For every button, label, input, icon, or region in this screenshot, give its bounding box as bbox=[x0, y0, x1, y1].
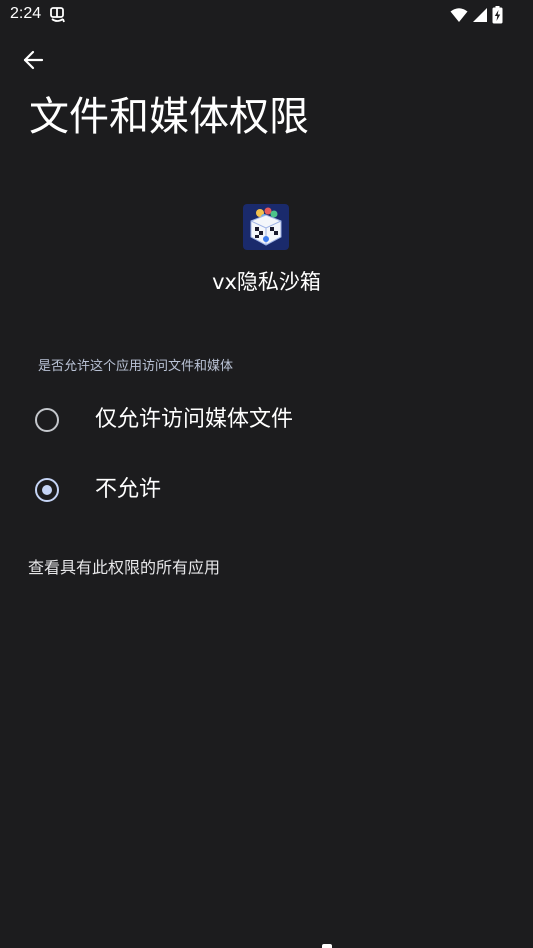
permission-question: 是否允许这个应用访问文件和媒体 bbox=[38, 359, 234, 374]
debug-notification-icon bbox=[48, 6, 66, 24]
app-icon bbox=[243, 204, 289, 250]
option-label: 仅允许访问媒体文件 bbox=[95, 407, 294, 432]
status-time: 2:24 bbox=[10, 5, 42, 22]
app-name: vx隐私沙箱 bbox=[212, 270, 321, 294]
battery-charging-icon bbox=[492, 6, 503, 24]
status-bar: 2:24 bbox=[0, 0, 533, 30]
wifi-icon bbox=[450, 7, 468, 23]
view-all-apps-link[interactable]: 查看具有此权限的所有应用 bbox=[28, 556, 220, 580]
home-indicator bbox=[322, 944, 332, 948]
radio-button-checked[interactable] bbox=[35, 478, 59, 502]
radio-selected-dot bbox=[42, 485, 52, 495]
radio-button-unchecked[interactable] bbox=[35, 408, 59, 432]
status-icons bbox=[450, 6, 503, 24]
option-media-only[interactable]: 仅允许访问媒体文件 bbox=[0, 390, 533, 450]
option-deny[interactable]: 不允许 bbox=[0, 460, 533, 520]
back-button[interactable] bbox=[14, 44, 52, 80]
page-title: 文件和媒体权限 bbox=[29, 94, 309, 140]
arrow-left-icon bbox=[22, 49, 44, 75]
option-label: 不允许 bbox=[95, 477, 162, 502]
cellular-signal-icon bbox=[472, 7, 488, 23]
